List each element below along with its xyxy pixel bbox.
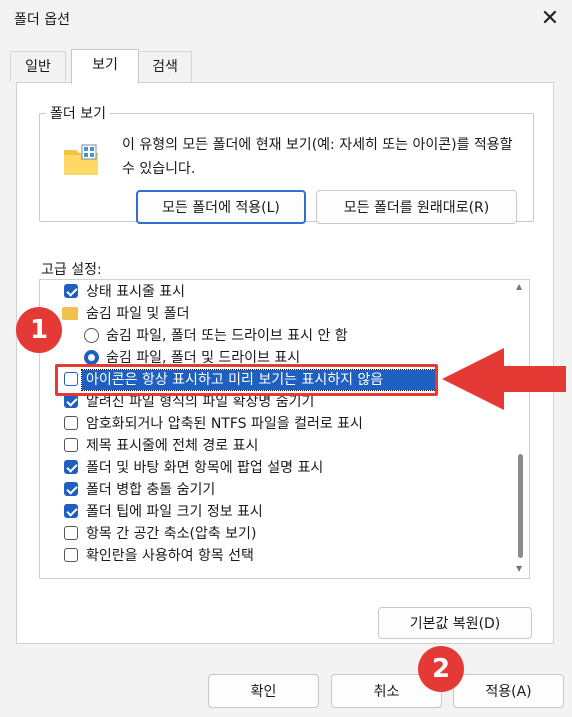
folder-view-description: 이 유형의 모든 폴더에 현재 보기(예: 자세히 또는 아이콘)를 적용할 수… xyxy=(122,137,513,177)
tab-view[interactable]: 보기 xyxy=(71,49,139,84)
window-title: 폴더 옵션 xyxy=(14,12,70,28)
list-item[interactable]: 제목 표시줄에 전체 경로 표시 xyxy=(40,435,510,457)
pointer-arrow-icon xyxy=(442,348,566,410)
advanced-settings-list[interactable]: 상태 표시줄 표시 숨김 파일 및 폴더 숨김 파일, 폴더 또는 드라이브 표… xyxy=(39,279,530,579)
checkbox[interactable] xyxy=(64,416,78,430)
radio-button[interactable] xyxy=(84,328,99,343)
title-bar: 폴더 옵션 ✕ xyxy=(0,0,572,40)
list-item[interactable]: 폴더 및 바탕 화면 항목에 팝업 설명 표시 xyxy=(40,457,510,479)
step-1-badge: 1 xyxy=(16,307,62,353)
list-item[interactable]: 항목 간 공간 축소(압축 보기) xyxy=(40,523,510,545)
checkbox[interactable] xyxy=(64,548,78,562)
tab-general[interactable]: 일반 xyxy=(10,51,66,82)
list-item-label: 알려진 파일 형식의 파일 확장명 숨기기 xyxy=(86,394,315,410)
reset-folders-button[interactable]: 모든 폴더를 원래대로(R) xyxy=(316,190,517,224)
list-item-label: 아이콘은 항상 표시하고 미리 보기는 표시하지 않음 xyxy=(86,372,384,388)
list-item[interactable]: 숨김 파일 및 폴더 xyxy=(40,303,510,325)
list-item[interactable]: 폴더 병합 충돌 숨기기 xyxy=(40,479,510,501)
list-item-label: 숨김 파일 및 폴더 xyxy=(86,306,190,322)
advanced-settings-label: 고급 설정: xyxy=(41,262,102,278)
list-item[interactable]: 암호화되거나 압축된 NTFS 파일을 컬러로 표시 xyxy=(40,413,510,435)
list-item-label: 확인란을 사용하여 항목 선택 xyxy=(86,548,254,564)
list-item-label: 숨김 파일, 폴더 또는 드라이브 표시 안 함 xyxy=(106,328,348,344)
tab-search[interactable]: 검색 xyxy=(138,51,192,82)
list-item-label: 숨김 파일, 폴더 및 드라이브 표시 xyxy=(106,350,301,366)
list-item-label: 폴더 팁에 파일 크기 정보 표시 xyxy=(86,504,263,520)
list-item-label: 암호화되거나 압축된 NTFS 파일을 컬러로 표시 xyxy=(86,416,363,432)
checkbox[interactable] xyxy=(64,460,78,474)
restore-defaults-button[interactable]: 기본값 복원(D) xyxy=(378,607,532,639)
list-item[interactable]: 상태 표시줄 표시 xyxy=(40,281,510,303)
list-item-label: 항목 간 공간 축소(압축 보기) xyxy=(86,526,257,542)
radio-button[interactable] xyxy=(84,350,99,365)
list-item-label: 폴더 및 바탕 화면 항목에 팝업 설명 표시 xyxy=(86,460,324,476)
folder-view-legend: 폴더 보기 xyxy=(50,106,106,122)
checkbox[interactable] xyxy=(64,394,78,408)
folder-icon xyxy=(62,307,78,320)
apply-button[interactable]: 적용(A) xyxy=(453,674,564,708)
checkbox[interactable] xyxy=(64,372,78,386)
close-icon[interactable]: ✕ xyxy=(534,4,566,34)
list-item-label: 제목 표시줄에 전체 경로 표시 xyxy=(86,438,259,454)
scroll-up-icon[interactable]: ▲ xyxy=(516,282,522,291)
list-item-label: 상태 표시줄 표시 xyxy=(86,284,186,300)
tab-strip: 일반 보기 검색 xyxy=(10,49,550,84)
list-item[interactable]: 확인란을 사용하여 항목 선택 xyxy=(40,545,510,567)
checkbox[interactable] xyxy=(64,504,78,518)
checkbox[interactable] xyxy=(64,284,78,298)
apply-to-folders-button[interactable]: 모든 폴더에 적용(L) xyxy=(136,190,306,224)
step-2-badge: 2 xyxy=(418,646,464,692)
folder-view-group: 폴더 보기 이 유형의 모든 폴더에 현재 보기(예: 자세히 또는 아이콘)를… xyxy=(39,103,534,224)
list-scrollbar[interactable]: ▲ ▼ xyxy=(516,282,524,574)
scrollbar-thumb[interactable] xyxy=(518,454,523,558)
scroll-down-icon[interactable]: ▼ xyxy=(516,564,522,573)
folder-view-icon xyxy=(62,141,100,179)
checkbox[interactable] xyxy=(64,438,78,452)
ok-button[interactable]: 확인 xyxy=(208,674,319,708)
list-item-label: 폴더 병합 충돌 숨기기 xyxy=(86,482,216,498)
list-item[interactable]: 폴더 팁에 파일 크기 정보 표시 xyxy=(40,501,510,523)
checkbox[interactable] xyxy=(64,482,78,496)
checkbox[interactable] xyxy=(64,526,78,540)
